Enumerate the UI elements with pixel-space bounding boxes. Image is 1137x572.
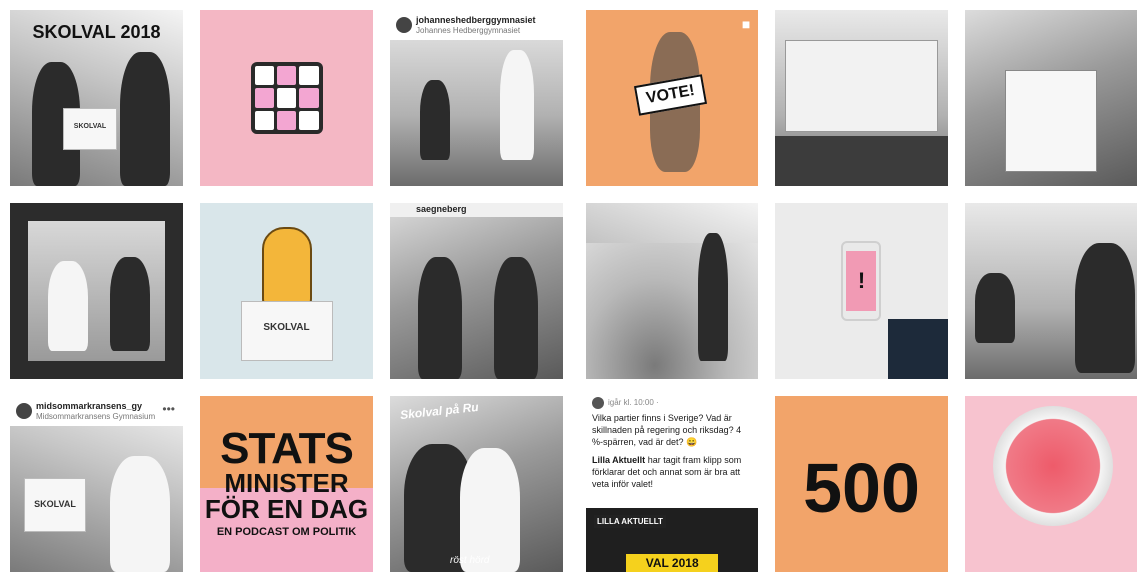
- person: [48, 261, 88, 351]
- ballot-box: SKOLVAL: [63, 108, 117, 150]
- tile-rubiks-cube[interactable]: [200, 10, 373, 186]
- tile-title: SKOLVAL 2018: [32, 22, 161, 42]
- person: [494, 257, 538, 379]
- person: [110, 456, 170, 572]
- phone-icon: !: [841, 241, 882, 321]
- podcast-title-line1: STATS: [220, 424, 354, 473]
- parliament-hall: [586, 243, 759, 379]
- tile-drink[interactable]: [964, 396, 1137, 572]
- exclamation: !: [846, 251, 877, 311]
- handwritten-overlay: Skolval på Ru: [399, 399, 480, 423]
- paper-stack: [1004, 70, 1097, 172]
- facebook-post: igår kl. 10:00 · Vilka partier finns i S…: [586, 396, 759, 572]
- lilla-aktuellt-badge: LILLA AKTUELLT: [594, 515, 666, 528]
- tile-skolval-2018[interactable]: SKOLVAL 2018 SKOLVAL: [10, 10, 183, 186]
- person: [418, 257, 462, 379]
- post-image: LILLA AKTUELLT VAL 2018: [586, 508, 759, 572]
- person-right: [120, 52, 170, 186]
- person: [698, 233, 728, 361]
- photo-frame: [28, 221, 165, 361]
- username: saegneberg: [416, 204, 467, 214]
- avatar: [396, 17, 412, 33]
- tile-selfie[interactable]: Skolval på Ru röst hörd: [390, 396, 563, 572]
- podcast-subtitle: EN PODCAST OM POLITIK: [216, 526, 357, 538]
- tile-stack-of-papers[interactable]: [964, 10, 1137, 186]
- post-text-1: Vilka partier finns i Sverige? Vad är sk…: [592, 413, 742, 447]
- sleeve: [887, 319, 948, 379]
- building: [785, 40, 938, 132]
- tile-podcast-stats-minister[interactable]: STATS MINISTER FÖR EN DAG EN PODCAST OM …: [200, 396, 373, 572]
- person: [974, 273, 1015, 343]
- tile-foam-finger[interactable]: SKOLVAL: [200, 203, 373, 379]
- rubiks-cube-icon: [250, 62, 323, 134]
- account-subtitle: Midsommarkransens Gymnasium: [36, 412, 156, 421]
- person: [460, 448, 520, 572]
- ballot-box-label: SKOLVAL: [263, 322, 310, 333]
- bottom-handwriting: röst hörd: [450, 555, 490, 566]
- ballot-box: SKOLVAL: [240, 301, 333, 361]
- username: johanneshedberggymnasiet: [416, 15, 536, 25]
- tile-two-people-signs[interactable]: saegneberg: [390, 203, 563, 379]
- water: [775, 136, 948, 186]
- avatar: [592, 397, 604, 409]
- ballot-box: SKOLVAL: [24, 478, 86, 532]
- post-text-2: Lilla Aktuellt har tagit fram klipp som …: [592, 454, 752, 490]
- tile-facebook-post[interactable]: igår kl. 10:00 · Vilka partier finns i S…: [586, 396, 759, 572]
- video-icon: ■: [741, 16, 751, 32]
- username: midsommarkransens_gy: [36, 401, 143, 411]
- big-number: 500: [803, 449, 920, 527]
- tile-phone-exclamation[interactable]: !: [775, 203, 948, 379]
- tile-classroom-raised-hand[interactable]: [964, 203, 1137, 379]
- tile-vote-cat[interactable]: ■ VOTE!: [586, 10, 759, 186]
- tile-classroom-photo[interactable]: [10, 203, 183, 379]
- post-header: midsommarkransens_gy Midsommarkransens G…: [10, 396, 183, 426]
- drink-glass: [992, 406, 1113, 526]
- tile-stockholm-building[interactable]: [775, 10, 948, 186]
- person: [110, 257, 150, 351]
- post-body: Vilka partier finns i Sverige? Vad är sk…: [592, 412, 752, 490]
- right-photo-grid: ■ VOTE! ! igår kl. 10:00 · Vilka partier: [586, 10, 1137, 572]
- account-subtitle: Johannes Hedberggymnasiet: [416, 26, 521, 35]
- podcast-title-line3: FÖR EN DAG: [204, 494, 369, 524]
- post-header: saegneberg: [390, 203, 563, 217]
- person: [1074, 243, 1135, 373]
- tile-johanneshedberg[interactable]: johanneshedberggymnasiet Johannes Hedber…: [390, 10, 563, 186]
- post-header: johanneshedberggymnasiet Johannes Hedber…: [390, 10, 563, 40]
- post-text-2-bold: Lilla Aktuellt: [592, 455, 646, 465]
- tile-number-500[interactable]: 500: [775, 396, 948, 572]
- tile-parliament[interactable]: [586, 203, 759, 379]
- left-photo-grid: SKOLVAL 2018 SKOLVAL johanneshedberggymn…: [10, 10, 563, 572]
- avatar: [16, 403, 32, 419]
- more-options-icon[interactable]: •••: [162, 402, 175, 416]
- tile-midsommarkransens[interactable]: midsommarkransens_gy Midsommarkransens G…: [10, 396, 183, 572]
- val-2018-banner: VAL 2018: [626, 554, 719, 572]
- post-meta: igår kl. 10:00 ·: [608, 398, 659, 407]
- person: [420, 80, 450, 160]
- person: [500, 50, 534, 160]
